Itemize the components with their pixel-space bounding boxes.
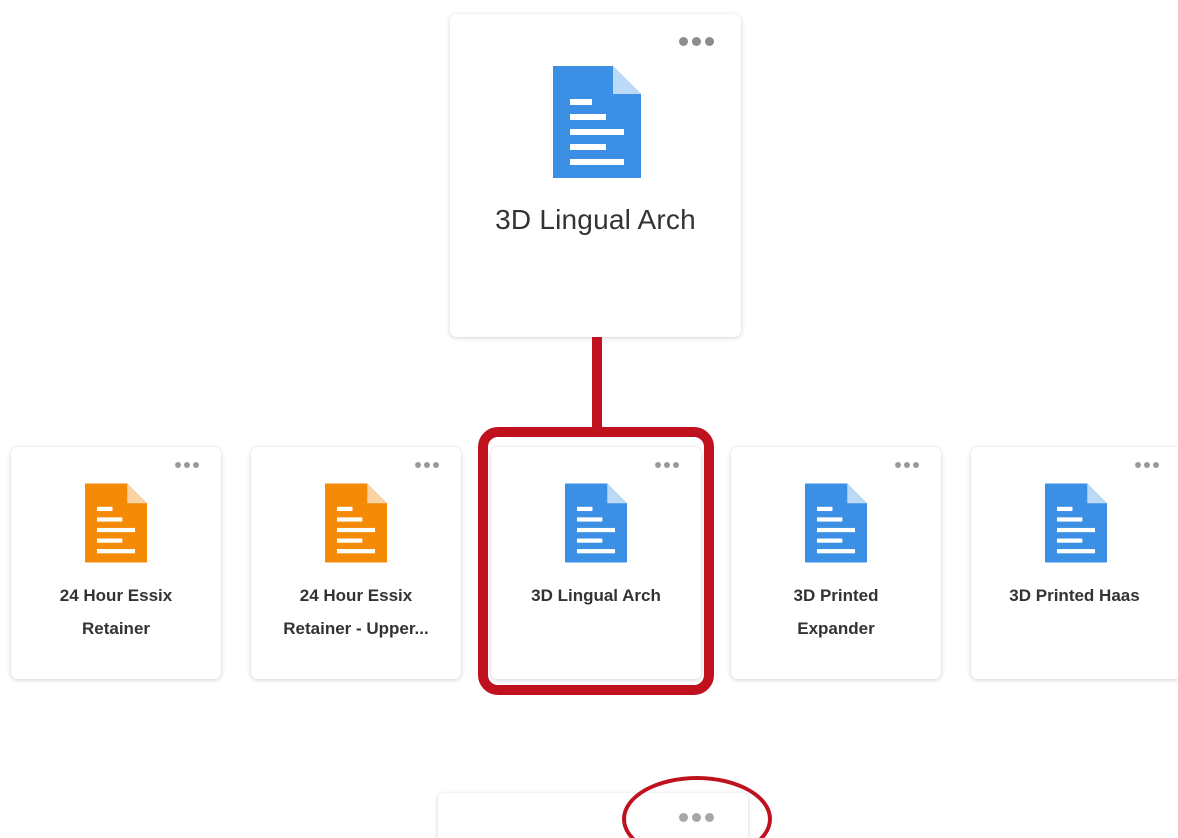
child-card-title: 3D Lingual Arch <box>491 579 701 612</box>
bottom-card[interactable] <box>438 793 748 838</box>
document-icon <box>565 483 627 563</box>
title-line-1: 24 Hour Essix <box>299 586 413 605</box>
more-options-icon[interactable] <box>1135 462 1159 468</box>
child-card-title: 3D Printed Haas <box>971 579 1178 612</box>
title-line-1: 3D Printed Haas <box>1009 586 1140 605</box>
child-card-24-hour-essix-retainer[interactable]: 24 Hour Essix Retainer <box>11 447 221 679</box>
title-line-2: Retainer <box>81 619 151 638</box>
document-icon <box>85 483 147 563</box>
more-options-icon[interactable] <box>415 462 439 468</box>
child-card-3d-printed-haas[interactable]: 3D Printed Haas <box>971 447 1178 679</box>
more-options-icon[interactable] <box>655 462 679 468</box>
child-card-24-hour-essix-retainer-upper[interactable]: 24 Hour Essix Retainer - Upper... <box>251 447 461 679</box>
more-options-icon[interactable] <box>679 37 714 46</box>
more-options-icon[interactable] <box>895 462 919 468</box>
title-line-1: 3D Printed <box>793 586 879 605</box>
child-card-3d-printed-expander[interactable]: 3D Printed Expander <box>731 447 941 679</box>
child-card-title: 3D Printed Expander <box>731 579 941 645</box>
title-line-1: 3D Lingual Arch <box>531 586 661 605</box>
more-options-icon[interactable] <box>175 462 199 468</box>
parent-card-title: 3D Lingual Arch <box>495 204 696 235</box>
document-icon <box>1045 483 1107 563</box>
child-card-title: 24 Hour Essix Retainer <box>11 579 221 645</box>
parent-card[interactable]: 3D Lingual Arch <box>450 14 741 337</box>
connector-line <box>592 337 602 429</box>
more-options-icon[interactable] <box>679 813 714 822</box>
title-line-1: 24 Hour Essix <box>59 586 173 605</box>
document-icon <box>805 483 867 563</box>
child-card-3d-lingual-arch[interactable]: 3D Lingual Arch <box>491 447 701 679</box>
document-icon <box>553 66 641 178</box>
document-icon <box>325 483 387 563</box>
title-line-2: Expander <box>797 619 875 638</box>
child-card-title: 24 Hour Essix Retainer - Upper... <box>251 579 461 645</box>
title-line-2: Retainer - Upper... <box>283 619 429 638</box>
